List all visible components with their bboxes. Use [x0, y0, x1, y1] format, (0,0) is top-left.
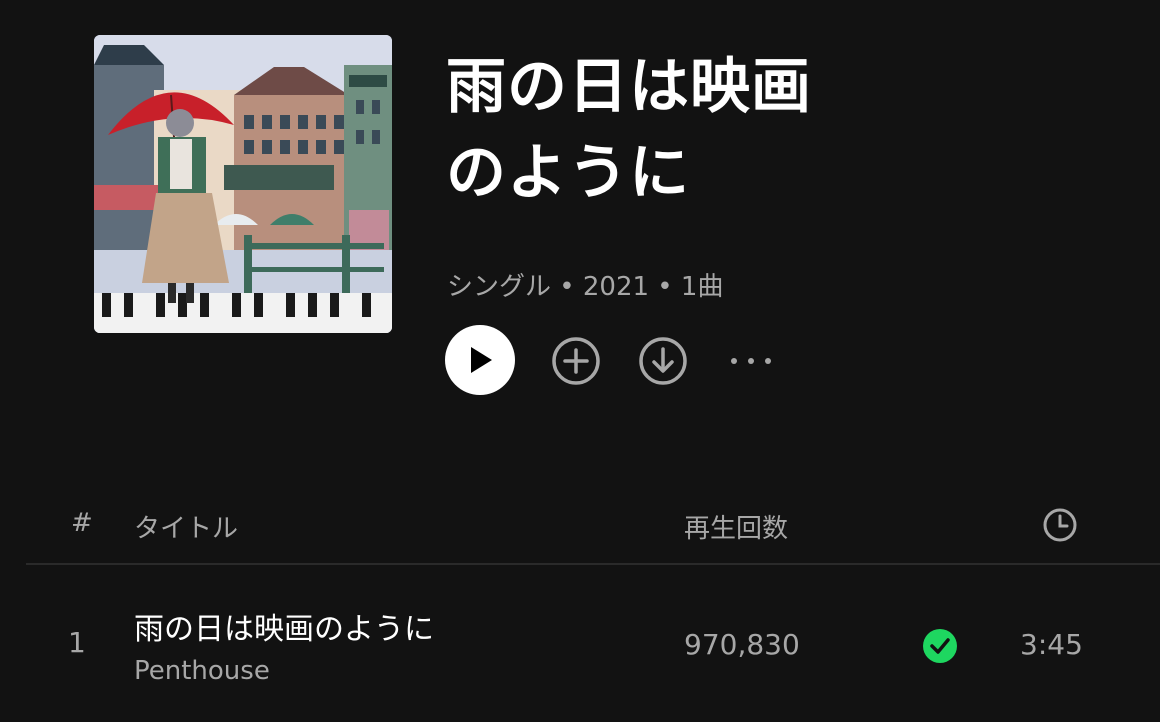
- play-icon: [471, 347, 492, 373]
- header-divider: [26, 563, 1160, 565]
- header-number: #: [71, 508, 93, 538]
- track-title[interactable]: 雨の日は映画のように: [134, 604, 434, 648]
- header-title: タイトル: [134, 514, 239, 544]
- track-row[interactable]: 1 雨の日は映画のように Penthouse 970,830 3:45: [0, 590, 1160, 700]
- download-button[interactable]: [638, 336, 688, 386]
- add-to-library-button[interactable]: [551, 336, 601, 386]
- track-duration: 3:45: [1020, 628, 1083, 661]
- tracklist-header: # タイトル 再生回数: [0, 500, 1160, 550]
- more-icon: [731, 358, 771, 364]
- clock-icon: [1043, 508, 1077, 542]
- track-plays: 970,830: [684, 628, 800, 661]
- downloaded-check-icon: [923, 629, 957, 663]
- header-plays: 再生回数: [684, 514, 789, 544]
- album-meta: シングル • 2021 • 1曲: [447, 272, 724, 302]
- track-number: 1: [68, 626, 86, 659]
- more-options-button[interactable]: [726, 336, 776, 386]
- album-artwork: [94, 35, 392, 333]
- play-button[interactable]: [445, 325, 515, 395]
- track-artist[interactable]: Penthouse: [134, 656, 270, 686]
- album-cover: [94, 35, 392, 333]
- album-title: 雨の日は映画のように: [446, 52, 812, 208]
- plus-circle-icon: [552, 337, 600, 385]
- download-icon: [639, 337, 687, 385]
